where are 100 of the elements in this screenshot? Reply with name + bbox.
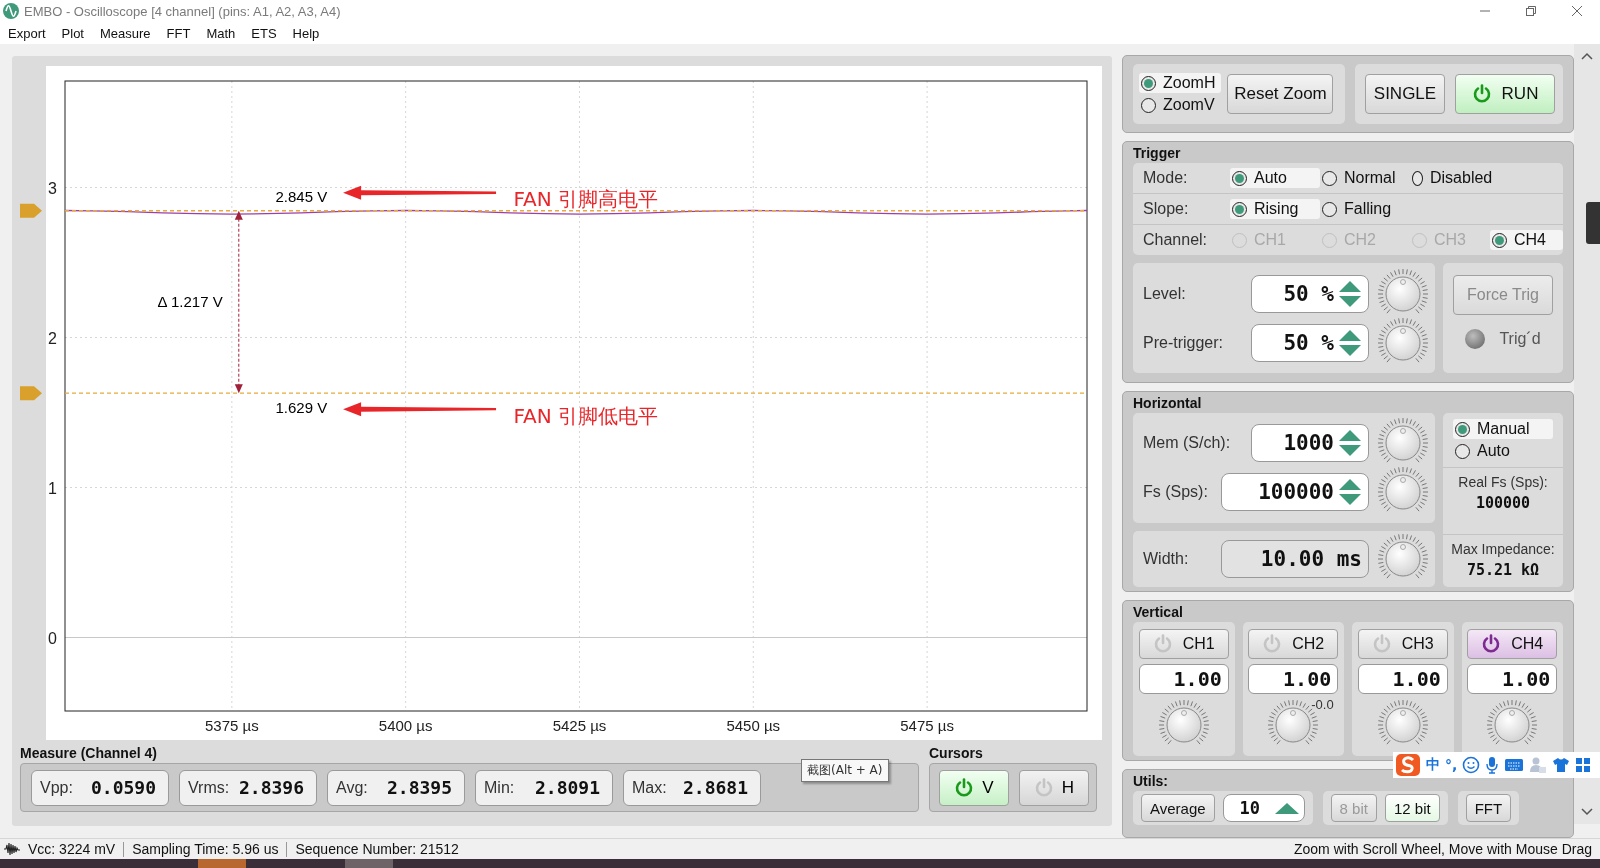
ime-item[interactable]: 中 <box>1426 756 1440 774</box>
measure-readout: Vrms: 2.8396 <box>179 769 317 806</box>
scroll-up-icon[interactable] <box>1581 52 1593 60</box>
radio-button[interactable]: Falling <box>1320 199 1410 219</box>
status-hint: Zoom with Scroll Wheel, Move with Mouse Drag <box>1294 841 1592 857</box>
field-label: Mem (S/ch): <box>1143 433 1232 452</box>
power-icon <box>1152 634 1173 654</box>
radio-button[interactable]: CH4 <box>1490 230 1563 250</box>
radio-button[interactable]: Auto <box>1453 441 1553 461</box>
offset-reading: -0.0 <box>1311 697 1334 712</box>
axis-tick-label: 5375 µs <box>205 717 259 734</box>
bit-depth-button[interactable]: 12 bit <box>1384 794 1440 822</box>
close-icon[interactable] <box>1571 5 1583 17</box>
up-arrow-icon[interactable] <box>1273 802 1300 814</box>
run-button[interactable]: RUN <box>1455 74 1555 114</box>
axis-tick-label: 3 <box>48 179 57 197</box>
power-icon <box>954 777 975 798</box>
grid-icon[interactable] <box>1575 757 1592 773</box>
menu-item[interactable]: Plot <box>53 25 92 41</box>
menu-item[interactable]: Help <box>284 25 328 41</box>
single-button[interactable]: SINGLE <box>1365 74 1445 114</box>
value-field[interactable]: 50 % <box>1251 323 1369 362</box>
shirt-icon[interactable] <box>1552 757 1571 773</box>
status-label: Trig´d <box>1499 330 1541 348</box>
status-text: Sequence Number: 21512 <box>295 841 459 857</box>
cursor-toggle-button[interactable]: V <box>939 769 1009 806</box>
measure-readout: Avg: 2.8395 <box>327 769 465 806</box>
input-method-logo-icon[interactable] <box>1395 753 1421 777</box>
radio-button[interactable]: ZoomH <box>1139 73 1222 93</box>
delta-reading: Δ 1.217 V <box>157 292 223 310</box>
keyboard-icon[interactable] <box>1504 758 1525 772</box>
radio-button[interactable]: Normal <box>1320 168 1410 188</box>
axis-tick-label: 5475 µs <box>900 717 954 734</box>
cursor-marker[interactable] <box>20 386 42 401</box>
menu-item[interactable]: FFT <box>158 25 199 41</box>
ime-item[interactable]: °, <box>1445 757 1458 773</box>
scale-field[interactable]: 1.00 <box>1357 664 1448 694</box>
channel-toggle-button[interactable]: CH4 <box>1467 629 1558 659</box>
scale-field[interactable]: 1.00 <box>1138 664 1229 694</box>
value-field[interactable]: 1000 <box>1251 423 1369 462</box>
channel-toggle-button[interactable]: CH1 <box>1138 629 1229 659</box>
section-title: Utils: <box>1133 772 1169 791</box>
menu-item[interactable]: Measure <box>92 25 159 41</box>
radio-button[interactable]: Disabled <box>1410 168 1490 188</box>
scale-field[interactable]: 1.00 <box>1467 664 1558 694</box>
status-text: Vcc: 3224 mV <box>28 841 116 857</box>
measure-readout: Max: 2.8681 <box>623 769 761 806</box>
info-value: 100000 <box>1475 494 1531 512</box>
up-down-arrows-icon[interactable] <box>1338 427 1362 458</box>
radio-button[interactable]: ZoomV <box>1139 95 1222 115</box>
power-icon <box>1371 634 1392 654</box>
axis-tick-label: 2 <box>48 329 57 347</box>
channel-toggle-button[interactable]: CH2 <box>1248 629 1339 659</box>
field-label: Channel: <box>1143 231 1209 249</box>
axis-tick-label: 5400 µs <box>378 717 433 734</box>
scroll-down-icon[interactable] <box>1581 808 1593 816</box>
info-label: Max Impedance: <box>1451 541 1555 557</box>
scale-field[interactable]: 1.00 <box>1248 664 1339 694</box>
reset-zoom-button[interactable]: Reset Zoom <box>1227 74 1334 114</box>
field-label: Mode: <box>1143 169 1189 187</box>
menu-item[interactable]: Math <box>198 25 244 41</box>
scrollbar[interactable] <box>1574 44 1600 824</box>
cursor-toggle-button[interactable]: H <box>1019 769 1089 806</box>
cursor-reading: 1.629 V <box>275 399 328 417</box>
radio-button[interactable]: Rising <box>1230 199 1320 219</box>
up-down-arrows-icon[interactable] <box>1338 327 1362 358</box>
restore-icon[interactable] <box>1525 5 1537 17</box>
info-label: Real Fs (Sps): <box>1458 474 1548 490</box>
menu-item[interactable]: ETS <box>243 25 285 41</box>
smiley-icon[interactable] <box>1462 756 1481 774</box>
power-icon <box>1262 634 1283 654</box>
power-icon <box>1471 84 1492 104</box>
annotation-note: FAN 引脚低电平 <box>513 404 659 429</box>
waveform-icon <box>4 842 20 856</box>
up-down-arrows-icon[interactable] <box>1338 476 1362 507</box>
field-label: Pre-trigger: <box>1143 333 1225 352</box>
cursor-marker[interactable] <box>20 203 42 218</box>
up-down-arrows-icon[interactable] <box>1338 278 1362 309</box>
annotation-note: FAN 引脚高电平 <box>513 186 659 211</box>
section-title: Measure (Channel 4) <box>20 744 158 763</box>
value-field[interactable]: 10 <box>1222 794 1305 822</box>
measure-readout: Vpp: 0.0590 <box>31 769 169 806</box>
value-field[interactable]: 100000 <box>1221 472 1369 511</box>
channel-toggle-button[interactable]: CH3 <box>1357 629 1448 659</box>
axis-tick-label: 5425 µs <box>552 717 607 734</box>
radio-button[interactable]: Auto <box>1230 168 1320 188</box>
field-label: Width: <box>1143 550 1190 568</box>
fft-button[interactable]: FFT <box>1465 794 1512 822</box>
menu-item[interactable]: Export <box>0 25 54 41</box>
side-handle[interactable] <box>1586 202 1600 244</box>
axis-tick-label: 1 <box>48 479 57 497</box>
average-button[interactable]: Average <box>1141 794 1215 822</box>
field-label: Level: <box>1143 284 1187 303</box>
axis-tick-label: 0 <box>48 629 57 647</box>
section-title: Horizontal <box>1133 394 1203 413</box>
value-field[interactable]: 50 % <box>1251 274 1369 313</box>
value-field: 10.00 ms <box>1221 540 1369 578</box>
power-icon <box>1481 634 1502 654</box>
microphone-icon[interactable] <box>1485 756 1500 774</box>
radio-button[interactable]: Manual <box>1453 419 1553 439</box>
